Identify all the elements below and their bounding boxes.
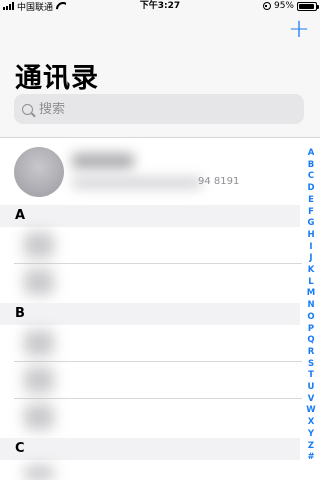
battery-icon [297, 1, 319, 11]
contact-name-redacted [24, 330, 54, 356]
battery-percent: 95% [273, 1, 294, 11]
index-letter-p[interactable]: P [308, 324, 314, 336]
contact-row[interactable] [14, 228, 302, 264]
search-bar[interactable] [14, 94, 304, 124]
section-header-c: C [0, 438, 300, 460]
index-letter-l[interactable]: L [308, 277, 313, 289]
section-header-a: A [0, 205, 300, 227]
index-letter-x[interactable]: X [308, 417, 315, 429]
index-letter-e[interactable]: E [308, 195, 314, 207]
index-letter-g[interactable]: G [308, 218, 315, 230]
status-right: 95% [262, 0, 319, 12]
contact-row[interactable] [14, 326, 302, 362]
index-letter-s[interactable]: S [308, 359, 314, 371]
index-letter-a[interactable]: A [308, 148, 315, 160]
avatar [14, 147, 64, 197]
contacts-header: + 通讯录 [0, 12, 320, 138]
index-letter-j[interactable]: J [309, 253, 312, 265]
contact-name-redacted [24, 269, 54, 295]
index-letter-v[interactable]: V [308, 394, 315, 406]
contact-name-redacted [24, 232, 54, 258]
my-subtitle-redacted [72, 177, 202, 189]
contact-row[interactable] [14, 461, 302, 480]
index-letter-r[interactable]: R [308, 347, 315, 359]
contact-row[interactable] [14, 265, 302, 301]
contact-name-redacted [24, 367, 54, 393]
index-letter-y[interactable]: Y [308, 429, 314, 441]
index-letter-i[interactable]: I [309, 242, 312, 254]
orientation-lock-icon [262, 2, 271, 10]
index-letter-c[interactable]: C [308, 171, 314, 183]
add-contact-button[interactable]: + [288, 16, 310, 42]
search-icon [22, 103, 33, 115]
contact-name-redacted [24, 465, 54, 480]
my-card[interactable] [0, 139, 320, 205]
status-bar: 中国联通 下午3:27 95% [0, 0, 320, 13]
index-letter-f[interactable]: F [308, 207, 314, 219]
index-letter-q[interactable]: Q [307, 335, 314, 347]
section-header-b: B [0, 303, 300, 325]
page-title: 通讯录 [15, 63, 99, 94]
index-letter-t[interactable]: T [308, 370, 314, 382]
my-name-redacted [72, 153, 134, 169]
index-letter-u[interactable]: U [308, 382, 315, 394]
index-letter-hash[interactable]: # [307, 452, 314, 464]
contact-row[interactable] [14, 363, 302, 399]
my-phone-partial: 94 8191 [198, 176, 240, 187]
index-letter-n[interactable]: N [307, 300, 314, 312]
index-letter-w[interactable]: W [306, 405, 315, 417]
index-letter-o[interactable]: O [307, 312, 314, 324]
index-letter-d[interactable]: D [307, 183, 314, 195]
index-letter-m[interactable]: M [307, 288, 315, 300]
index-letter-z[interactable]: Z [308, 441, 314, 453]
index-letter-k[interactable]: K [308, 265, 315, 277]
contact-name-redacted [24, 404, 54, 430]
index-letter-b[interactable]: B [308, 160, 314, 172]
contact-row[interactable] [14, 400, 302, 436]
index-letter-h[interactable]: H [307, 230, 314, 242]
section-index-bar[interactable]: A B C D E F G H I J K L M N O P Q R S T U V W X Y Z # [305, 148, 317, 464]
search-input[interactable] [39, 101, 279, 117]
